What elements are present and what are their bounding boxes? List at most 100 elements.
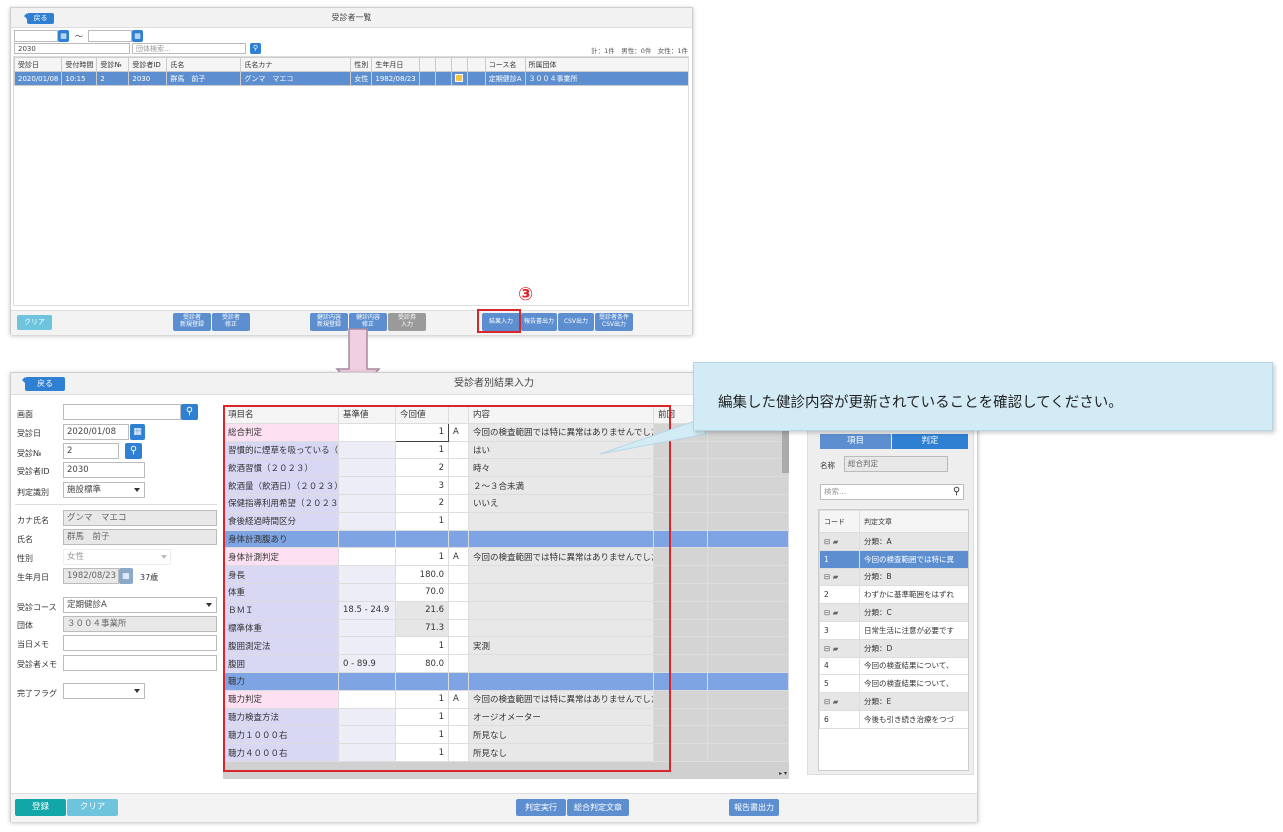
folder-icon[interactable]: ⊟ ▰ (824, 608, 838, 617)
form-divider (15, 504, 217, 505)
edit-patient-button[interactable]: 受診者 修正 (212, 313, 250, 331)
judgment-row[interactable]: 6 今後も引き続き治療をつづ (819, 709, 968, 729)
csv-output-button[interactable]: CSV出力 (558, 313, 594, 331)
exam-date-calendar-icon[interactable]: ▦ (130, 424, 145, 440)
name-field: 群馬 前子 (63, 529, 217, 545)
top-id-input[interactable]: 2030 (14, 43, 130, 54)
judge-run-button[interactable]: 判定実行 (516, 799, 566, 816)
folder-icon[interactable]: ⊟ ▰ (824, 697, 838, 706)
tab-judgment[interactable]: 判定 (892, 434, 968, 449)
judgment-code-cell: ⊟ ▰ (819, 692, 860, 711)
judgment-row[interactable]: 2 わずかに基準範囲をはずれ (819, 585, 968, 605)
judgment-group-row[interactable]: ⊟ ▰ 分類：E (819, 692, 968, 711)
top-search-icon[interactable]: ⚲ (250, 43, 261, 54)
result-input-window: 受診者別結果入力 戻る 画面 ⚲ 受診日 2020/01/08 ▦ 受診№ 2 … (10, 372, 978, 822)
judgment-group-row[interactable]: ⊟ ▰ 分類：D (819, 638, 968, 658)
judgment-row[interactable]: 5 今回の検査結果について、 (819, 674, 968, 694)
row-status-icon[interactable] (454, 73, 463, 82)
top-date-from-input[interactable] (14, 30, 58, 42)
bottom-back-button[interactable]: 戻る (22, 377, 65, 391)
ticket-input-button[interactable]: 受診券 入力 (388, 313, 426, 331)
judgment-group-row[interactable]: ⊟ ▰ 分類：A (819, 532, 968, 551)
judgment-panel: 項目 判定 名称 総合判定 検索... ⚲ コード 判定文章 ⊟ ▰ 分類：A 1 今… (807, 405, 974, 775)
course-chevron-down-icon[interactable] (206, 603, 212, 607)
total-judgment-text-button[interactable]: 総合判定文章 (567, 799, 629, 816)
exam-no-search-icon[interactable]: ⚲ (125, 443, 142, 459)
label-patient-memo: 受診者メモ (17, 660, 57, 669)
instruction-callout: 編集した健診内容が更新されていることを確認してください。 (693, 362, 1273, 431)
judgment-code-cell: ⊟ ▰ (819, 603, 860, 622)
judgment-text-cell: 分類：E (859, 692, 968, 711)
judgment-text-cell: 分類：D (859, 638, 968, 658)
screen-input[interactable] (63, 404, 181, 420)
col-header (466, 57, 486, 72)
judge-type-chevron-down-icon[interactable] (134, 488, 140, 492)
label-birth: 生年月日 (17, 573, 49, 582)
label-complete-flag: 完了フラグ (17, 689, 57, 698)
top-report-button[interactable]: 報告書出力 (521, 313, 557, 331)
judgment-row[interactable]: 3 日常生活に注意が必要です (819, 620, 968, 640)
result-scroll-arrows-icon[interactable]: ▸ ▾ (779, 770, 787, 777)
cell: 2020/01/08 (14, 71, 63, 86)
judgment-group-row[interactable]: ⊟ ▰ 分類：B (819, 567, 968, 587)
top-date-from-calendar-icon[interactable]: ▦ (58, 30, 69, 42)
col-header: 氏名カナ (240, 57, 352, 72)
label-day-memo: 当日メモ (17, 640, 49, 649)
folder-icon[interactable]: ⊟ ▰ (824, 572, 838, 581)
judgment-code-cell: 2 (819, 585, 860, 605)
judgment-search-icon[interactable]: ⚲ (953, 486, 960, 497)
birth-date-field: 1982/08/23 (63, 568, 119, 584)
label-name: 氏名 (17, 535, 33, 544)
judgment-row[interactable]: 1 今回の検査範囲では特に異 (819, 549, 968, 569)
judgment-code-cell: 5 (819, 674, 860, 694)
judgment-list: コード 判定文章 ⊟ ▰ 分類：A 1 今回の検査範囲では特に異 ⊟ ▰ 分類：B 2 わずか… (818, 509, 969, 771)
patient-id-input[interactable]: 2030 (63, 462, 145, 478)
callout-pointer (599, 420, 707, 455)
col-header (434, 57, 452, 72)
judgment-code-cell: ⊟ ▰ (819, 567, 860, 587)
judgment-row[interactable]: 4 今回の検査結果について、 (819, 656, 968, 676)
judgment-code-cell: 3 (819, 620, 860, 640)
patient-table-row[interactable]: 2020/01/08 10:15 2 2030 群馬 前子 グンマ マエコ 女性… (14, 71, 688, 86)
result-cell-prev (707, 547, 789, 567)
top-back-button[interactable]: 戻る (24, 13, 54, 24)
col-header (450, 57, 468, 72)
exam-no-input[interactable]: 2 (63, 443, 119, 459)
judgment-text-cell: 今回の検査結果について、 (859, 656, 968, 676)
bottom-clear-button[interactable]: クリア (67, 799, 118, 816)
course-select[interactable]: 定期健診A (63, 597, 217, 613)
judgment-code-cell: ⊟ ▰ (819, 638, 860, 658)
judgment-group-row[interactable]: ⊟ ▰ 分類：C (819, 603, 968, 622)
screen-search-icon[interactable]: ⚲ (181, 404, 198, 420)
judge-type-select[interactable]: 施設標準 (63, 482, 145, 498)
judgment-code-cell: ⊟ ▰ (819, 532, 860, 551)
top-date-to-input[interactable] (88, 30, 132, 42)
cell: 10:15 (61, 71, 98, 86)
col-header-code: コード (819, 510, 860, 533)
step-marker-3: ③ (518, 284, 534, 305)
complete-flag-chevron-down-icon[interactable] (134, 689, 140, 693)
tab-item[interactable]: 項目 (820, 434, 891, 449)
top-group-search-input[interactable]: 団体検索... (132, 43, 246, 54)
exam-date-input[interactable]: 2020/01/08 (63, 424, 129, 440)
result-input-title: 受診者別結果入力 (454, 378, 534, 389)
folder-icon[interactable]: ⊟ ▰ (824, 537, 838, 546)
bottom-report-button[interactable]: 報告書出力 (729, 799, 779, 816)
highlight-result-grid (223, 405, 671, 772)
col-header: 受診日 (14, 57, 63, 72)
complete-flag-select[interactable] (63, 683, 145, 699)
col-header-text: 判定文章 (859, 510, 968, 533)
day-memo-input[interactable] (63, 635, 217, 651)
cell (466, 71, 486, 86)
register-button[interactable]: 登録 (15, 799, 66, 816)
folder-icon[interactable]: ⊟ ▰ (824, 644, 838, 653)
top-date-to-calendar-icon[interactable]: ▦ (132, 30, 143, 42)
label-name-field: 名称 (820, 461, 835, 470)
csv-condition-button[interactable]: 受診者条件 CSV出力 (595, 313, 633, 331)
col-header: 生年月日 (371, 57, 420, 72)
patient-memo-input[interactable] (63, 655, 217, 671)
judgment-code-cell: 1 (819, 549, 860, 569)
top-clear-button[interactable]: クリア (17, 315, 52, 330)
new-patient-button[interactable]: 受診者 新規登録 (173, 313, 211, 331)
judgment-search-input[interactable]: 検索... (820, 484, 964, 500)
